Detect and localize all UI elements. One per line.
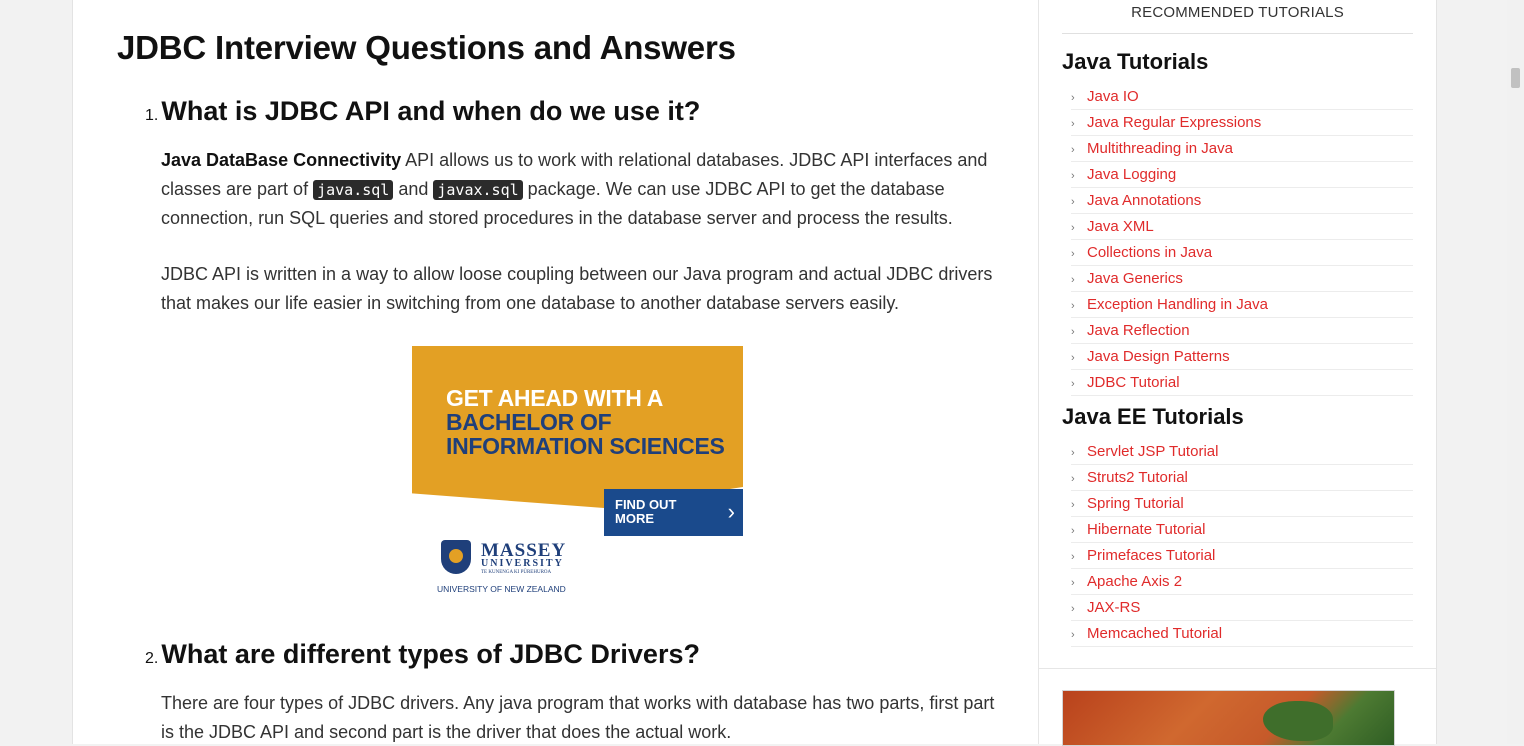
sidebar-link-label: Struts2 Tutorial	[1087, 469, 1188, 486]
sidebar-link[interactable]: › Java Logging	[1071, 162, 1413, 188]
chevron-right-icon: ›	[1071, 603, 1075, 615]
chevron-right-icon: ›	[1071, 274, 1075, 286]
sidebar-link-label: Java XML	[1087, 218, 1154, 235]
sidebar-divider	[1039, 668, 1436, 669]
chevron-right-icon: ›	[1071, 196, 1075, 208]
chevron-right-icon: ›	[1071, 447, 1075, 459]
chevron-right-icon: ›	[1071, 92, 1075, 104]
bold-term: Java DataBase Connectivity	[161, 150, 402, 170]
sidebar-link[interactable]: › Java Reflection	[1071, 318, 1413, 344]
sidebar-link-label: Java Regular Expressions	[1087, 114, 1262, 131]
find-out-more-label: FIND OUT MORE	[615, 497, 677, 526]
sidebar-link-label: JDBC Tutorial	[1087, 374, 1180, 391]
scrollbar-thumb[interactable]	[1511, 68, 1520, 88]
java-tutorials-heading: Java Tutorials	[1062, 49, 1209, 74]
sidebar-link[interactable]: › Java Regular Expressions	[1071, 110, 1413, 136]
chevron-right-icon: ›	[1071, 170, 1075, 182]
sidebar: RECOMMENDED TUTORIALS Java Tutorials › Ja…	[1038, 0, 1436, 746]
java-tutorials-list: › Java IO › Java Regular Expressions › Multit…	[1071, 84, 1413, 396]
chevron-right-icon: ›	[1071, 118, 1075, 130]
sidebar-link[interactable]: › Java IO	[1071, 84, 1413, 110]
advertisement-banner[interactable]: GET AHEAD WITH A BACHELOR OF INFORMATION…	[412, 346, 743, 606]
chevron-right-icon: ›	[1071, 300, 1075, 312]
java-ee-tutorials-heading: Java EE Tutorials	[1062, 404, 1244, 429]
chevron-right-icon: ›	[1071, 499, 1075, 511]
java-ee-tutorials-list: › Servlet JSP Tutorial › Struts2 Tutorial › S…	[1071, 439, 1413, 647]
chevron-right-icon: ›	[727, 499, 735, 524]
find-out-more-button[interactable]: FIND OUT MORE ›	[604, 489, 743, 536]
code-java-sql: java.sql	[313, 179, 394, 200]
page-container: JDBC Interview Questions and Answers 1. W…	[72, 0, 1437, 746]
question-1-paragraph-1: Java DataBase Connectivity API allows us…	[161, 150, 988, 228]
sidebar-link-label: Hibernate Tutorial	[1087, 521, 1206, 538]
chevron-right-icon: ›	[1071, 326, 1075, 338]
sidebar-link[interactable]: › Java Annotations	[1071, 188, 1413, 214]
sidebar-link-label: Java Reflection	[1087, 322, 1190, 339]
sidebar-link-label: Primefaces Tutorial	[1087, 547, 1216, 564]
chevron-right-icon: ›	[1071, 222, 1075, 234]
recommended-tutorials-heading: RECOMMENDED TUTORIALS	[1062, 4, 1413, 34]
sidebar-link[interactable]: › Java Design Patterns	[1071, 344, 1413, 370]
sidebar-advertisement-image[interactable]	[1062, 690, 1395, 746]
sidebar-link-label: Servlet JSP Tutorial	[1087, 443, 1219, 460]
chevron-right-icon: ›	[1071, 577, 1075, 589]
question-2-heading: 2. What are different types of JDBC Drive…	[145, 639, 700, 670]
ad-headline: GET AHEAD WITH A BACHELOR OF INFORMATION…	[446, 385, 725, 459]
sidebar-link[interactable]: › Hibernate Tutorial	[1071, 517, 1413, 543]
sidebar-link[interactable]: › Java Generics	[1071, 266, 1413, 292]
page-title: JDBC Interview Questions and Answers	[117, 29, 736, 66]
sidebar-link[interactable]: › Primefaces Tutorial	[1071, 543, 1413, 569]
sidebar-link[interactable]: › JAX-RS	[1071, 595, 1413, 621]
massey-university-logo: MASSEY UNIVERSITY TE KUNENGA KI PŪREHURO…	[437, 540, 567, 594]
sidebar-link-label: JAX-RS	[1087, 599, 1141, 616]
sidebar-link-label: Memcached Tutorial	[1087, 625, 1223, 642]
sidebar-link[interactable]: › Java XML	[1071, 214, 1413, 240]
sidebar-link-label: Collections in Java	[1087, 244, 1213, 261]
sidebar-link[interactable]: › Struts2 Tutorial	[1071, 465, 1413, 491]
sidebar-link-label: Java Design Patterns	[1087, 348, 1230, 365]
chevron-right-icon: ›	[1071, 378, 1075, 390]
code-javax-sql: javax.sql	[433, 179, 523, 200]
crest-icon	[441, 540, 471, 574]
sidebar-link-label: Java Generics	[1087, 270, 1183, 287]
sidebar-link[interactable]: › JDBC Tutorial	[1071, 370, 1413, 396]
vertical-scrollbar[interactable]	[1507, 0, 1524, 744]
sidebar-link-label: Apache Axis 2	[1087, 573, 1183, 590]
sidebar-link[interactable]: › Multithreading in Java	[1071, 136, 1413, 162]
sidebar-link[interactable]: › Servlet JSP Tutorial	[1071, 439, 1413, 465]
chevron-right-icon: ›	[1071, 525, 1075, 537]
sidebar-link[interactable]: › Exception Handling in Java	[1071, 292, 1413, 318]
question-number: 2.	[145, 650, 159, 667]
question-2-paragraph-1: There are four types of JDBC drivers. An…	[161, 693, 995, 742]
sidebar-link[interactable]: › Apache Axis 2	[1071, 569, 1413, 595]
sidebar-link-label: Multithreading in Java	[1087, 140, 1233, 157]
chevron-right-icon: ›	[1071, 352, 1075, 364]
question-number: 1.	[145, 107, 159, 124]
question-title: What are different types of JDBC Drivers…	[161, 639, 700, 669]
main-content: JDBC Interview Questions and Answers 1. W…	[73, 0, 1038, 744]
question-1-paragraph-2: JDBC API is written in a way to allow lo…	[161, 264, 993, 313]
sidebar-link-label: Spring Tutorial	[1087, 495, 1184, 512]
sidebar-link[interactable]: › Memcached Tutorial	[1071, 621, 1413, 647]
chevron-right-icon: ›	[1071, 144, 1075, 156]
chevron-right-icon: ›	[1071, 629, 1075, 641]
sidebar-link-label: Java IO	[1087, 88, 1139, 105]
sidebar-link[interactable]: › Spring Tutorial	[1071, 491, 1413, 517]
chevron-right-icon: ›	[1071, 473, 1075, 485]
question-title: What is JDBC API and when do we use it?	[161, 96, 701, 126]
question-1-heading: 1. What is JDBC API and when do we use it…	[145, 96, 700, 127]
sidebar-link-label: Exception Handling in Java	[1087, 296, 1268, 313]
sidebar-link-label: Java Logging	[1087, 166, 1177, 183]
chevron-right-icon: ›	[1071, 248, 1075, 260]
sidebar-link[interactable]: › Collections in Java	[1071, 240, 1413, 266]
chevron-right-icon: ›	[1071, 551, 1075, 563]
sidebar-link-label: Java Annotations	[1087, 192, 1202, 209]
